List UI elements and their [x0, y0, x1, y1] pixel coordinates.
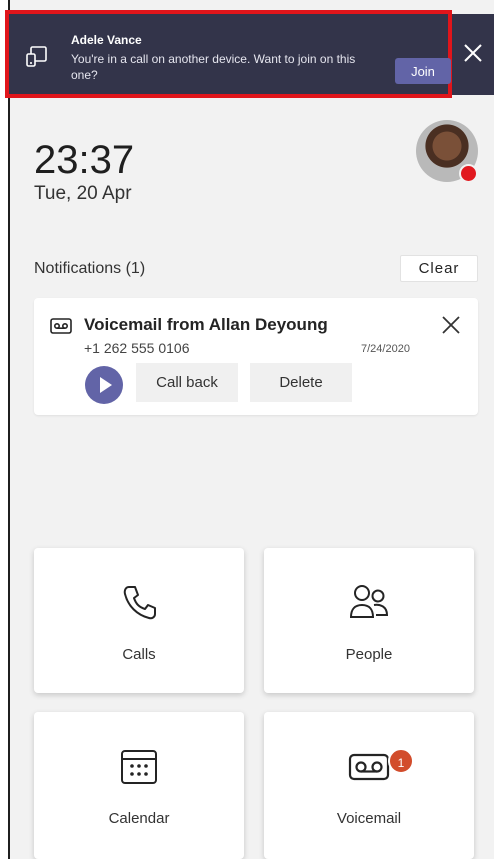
clock-time: 23:37: [34, 138, 135, 182]
voicemail-notification-card: Voicemail from Allan Deyoung +1 262 555 …: [34, 298, 478, 415]
notification-phone-number: +1 262 555 0106: [84, 340, 190, 356]
call-transfer-banner: Adele Vance You're in a call on another …: [5, 10, 452, 98]
device-transfer-icon: [26, 46, 47, 67]
join-button[interactable]: Join: [395, 58, 451, 84]
presence-status-badge: [459, 164, 478, 183]
banner-caller-name: Adele Vance: [71, 33, 142, 47]
play-icon: [100, 377, 112, 393]
notification-date: 7/24/2020: [361, 343, 410, 355]
tile-label: Calls: [122, 646, 156, 663]
tile-calls[interactable]: Calls: [34, 548, 244, 693]
play-voicemail-button[interactable]: [85, 366, 123, 404]
calendar-icon: [121, 750, 157, 784]
tile-label: Calendar: [108, 810, 170, 827]
tile-voicemail[interactable]: 1 Voicemail: [264, 712, 474, 859]
voicemail-icon: [348, 753, 390, 781]
notifications-header: Notifications (1): [34, 260, 146, 277]
phone-icon: [123, 586, 156, 620]
tile-calendar[interactable]: Calendar: [34, 712, 244, 859]
banner-message: You're in a call on another device. Want…: [71, 52, 356, 82]
people-icon: [349, 585, 389, 618]
close-icon[interactable]: [461, 41, 485, 65]
tile-label: People: [345, 646, 393, 663]
voicemail-icon: [50, 318, 72, 334]
unread-count-badge: 1: [388, 748, 414, 774]
notification-title: Voicemail from Allan Deyoung: [84, 315, 328, 334]
tile-people[interactable]: People: [264, 548, 474, 693]
clear-button[interactable]: Clear: [400, 255, 478, 282]
close-icon[interactable]: [440, 314, 462, 336]
clock-date: Tue, 20 Apr: [34, 183, 132, 204]
call-back-button[interactable]: Call back: [136, 363, 238, 402]
tile-label: Voicemail: [336, 810, 402, 827]
delete-button[interactable]: Delete: [250, 363, 352, 402]
